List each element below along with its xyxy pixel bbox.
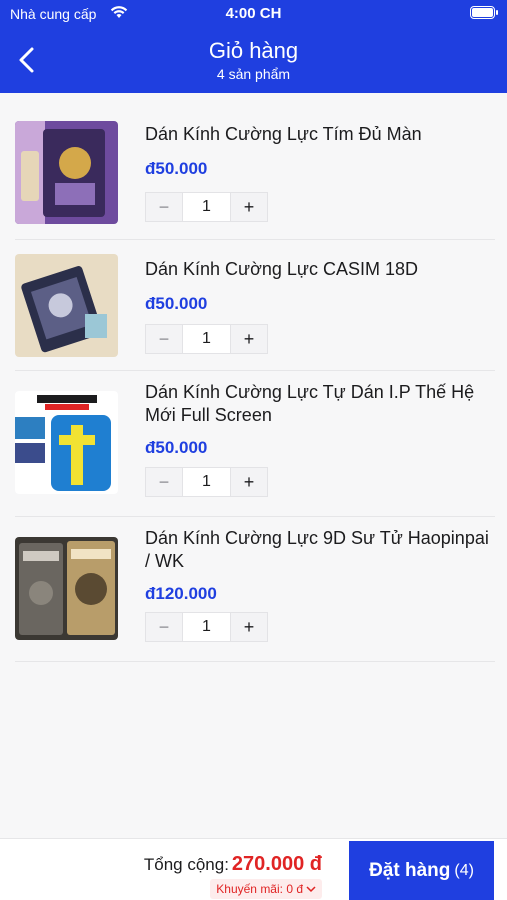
- order-button-label: Đặt hàng: [369, 859, 451, 881]
- product-name[interactable]: Dán Kính Cường Lực Tím Đủ Màn: [145, 123, 495, 146]
- quantity-stepper: − 1 +: [145, 324, 268, 354]
- increase-qty-button[interactable]: +: [231, 613, 267, 641]
- increase-qty-button[interactable]: +: [231, 193, 267, 221]
- clock: 4:00 CH: [225, 5, 282, 22]
- product-price: đ50.000: [145, 438, 208, 457]
- decrease-qty-button[interactable]: −: [146, 613, 182, 641]
- product-price: đ120.000: [145, 584, 217, 603]
- quantity-value[interactable]: 1: [182, 325, 231, 353]
- product-price: đ50.000: [145, 294, 208, 313]
- product-price: đ50.000: [145, 159, 208, 178]
- total-row: Tổng cộng: 270.000 đ: [144, 853, 322, 876]
- increase-qty-button[interactable]: +: [231, 468, 267, 496]
- promo-label: Khuyến mãi: 0 đ: [216, 882, 303, 896]
- product-image[interactable]: [15, 121, 118, 224]
- product-name[interactable]: Dán Kính Cường Lực Tự Dán I.P Thế Hệ Mới…: [145, 381, 495, 427]
- chevron-down-icon: [306, 886, 316, 893]
- quantity-value[interactable]: 1: [182, 193, 231, 221]
- cart-list: Dán Kính Cường Lực Tím Đủ Màn đ50.000 − …: [0, 93, 507, 838]
- decrease-qty-button[interactable]: −: [146, 193, 182, 221]
- total-label: Tổng cộng:: [143, 855, 229, 874]
- quantity-value[interactable]: 1: [182, 613, 231, 641]
- cart-item: Dán Kính Cường Lực Tự Dán I.P Thế Hệ Mới…: [15, 371, 495, 517]
- quantity-stepper: − 1 +: [145, 467, 268, 497]
- status-bar: Nhà cung cấp 4:00 CH: [0, 0, 507, 28]
- product-name[interactable]: Dán Kính Cường Lực 9D Sư Tử Haopinpai / …: [145, 527, 495, 573]
- product-name[interactable]: Dán Kính Cường Lực CASIM 18D: [145, 258, 495, 281]
- checkout-bar: Tổng cộng: 270.000 đ Khuyến mãi: 0 đ Đặt …: [0, 838, 507, 900]
- product-image[interactable]: [15, 254, 118, 357]
- promo-dropdown[interactable]: Khuyến mãi: 0 đ: [210, 879, 322, 899]
- place-order-button[interactable]: Đặt hàng (4): [349, 841, 494, 900]
- cart-item: Dán Kính Cường Lực 9D Sư Tử Haopinpai / …: [15, 517, 495, 662]
- header-title-group: Giỏ hàng 4 sản phẩm: [0, 38, 507, 82]
- total-value: 270.000 đ: [231, 853, 322, 875]
- item-count-subtitle: 4 sản phẩm: [216, 66, 291, 82]
- battery-icon: [470, 6, 498, 19]
- quantity-value[interactable]: 1: [182, 468, 231, 496]
- cart-item: Dán Kính Cường Lực CASIM 18D đ50.000 − 1…: [15, 240, 495, 371]
- cart-item: Dán Kính Cường Lực Tím Đủ Màn đ50.000 − …: [15, 111, 495, 240]
- product-image[interactable]: [15, 537, 118, 640]
- decrease-qty-button[interactable]: −: [146, 468, 182, 496]
- page-title: Giỏ hàng: [208, 38, 299, 63]
- quantity-stepper: − 1 +: [145, 192, 268, 222]
- app-header: Nhà cung cấp 4:00 CH Giỏ hàng 4 sản phẩm: [0, 0, 507, 93]
- quantity-stepper: − 1 +: [145, 612, 268, 642]
- decrease-qty-button[interactable]: −: [146, 325, 182, 353]
- product-image[interactable]: [15, 391, 118, 494]
- increase-qty-button[interactable]: +: [231, 325, 267, 353]
- order-count: (4): [454, 861, 474, 879]
